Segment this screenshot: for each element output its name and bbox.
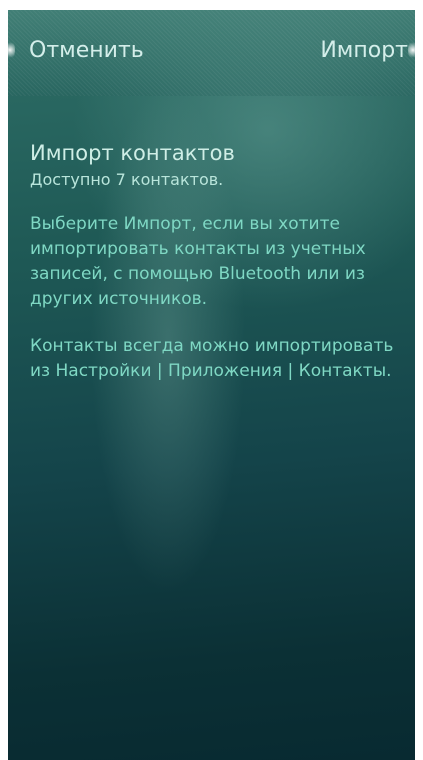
right-edge-indicator bbox=[408, 40, 415, 60]
cancel-button[interactable]: Отменить bbox=[29, 36, 144, 66]
page-header: Отменить Импорт bbox=[8, 10, 415, 96]
left-edge-indicator bbox=[8, 40, 15, 60]
settings-hint: Контакты всегда можно импортировать из Н… bbox=[30, 336, 394, 381]
page-title: Импорт контактов bbox=[30, 141, 235, 165]
import-contacts-screen: Отменить Импорт Импорт контактов Доступн… bbox=[8, 10, 415, 760]
import-button[interactable]: Импорт bbox=[320, 36, 408, 66]
import-instructions: Выберите Импорт, если вы хотите импортир… bbox=[30, 214, 366, 309]
main-content: Импорт контактов Доступно 7 контактов. В… bbox=[30, 138, 401, 406]
contacts-count: Доступно 7 контактов. bbox=[30, 170, 224, 189]
